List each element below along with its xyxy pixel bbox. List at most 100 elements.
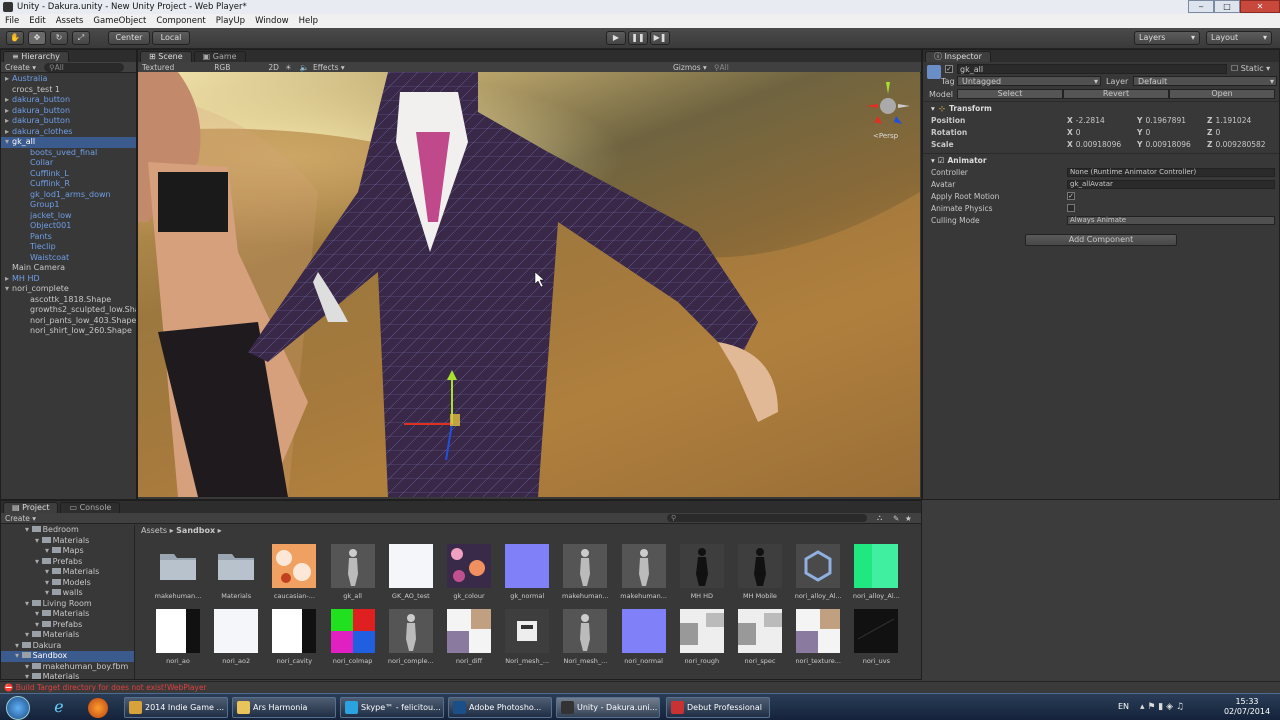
menu-file[interactable]: File [0, 16, 24, 26]
tab-console[interactable]: ▭ Console [60, 502, 121, 513]
project-tree-item[interactable]: ▾ Materials [1, 567, 134, 578]
menu-window[interactable]: Window [250, 16, 294, 26]
project-tree-item[interactable]: ▾ Materials [1, 536, 134, 547]
asset-item[interactable]: makehuman... [618, 544, 670, 600]
project-tree-item[interactable]: ▾ Materials [1, 630, 134, 641]
scale-tool-icon[interactable]: ⤢ [72, 31, 90, 45]
project-tree-item[interactable]: ▾ Prefabs [1, 557, 134, 568]
transform-header[interactable]: ▾ ⊹ Transform [923, 102, 1279, 114]
lighting-toggle-icon[interactable]: ☀ [285, 63, 292, 72]
hierarchy-item[interactable]: Main Camera [1, 263, 136, 274]
asset-item[interactable]: makehuman... [152, 544, 204, 600]
maximize-button[interactable]: □ [1214, 0, 1240, 13]
hierarchy-item[interactable]: Group1 [1, 200, 136, 211]
expand-arrow-icon[interactable]: ▸ [5, 116, 12, 127]
pivot-local-button[interactable]: Local [152, 31, 190, 45]
asset-item[interactable]: nori_cavity [268, 609, 320, 665]
asset-item[interactable]: caucasian-... [268, 544, 320, 600]
animator-value-field[interactable]: None (Runtime Animator Controller) [1067, 167, 1275, 177]
tab-hierarchy[interactable]: ≡ Hierarchy [3, 51, 69, 62]
asset-item[interactable]: nori_spec [734, 609, 786, 665]
transform-z-field[interactable]: Z 1.191024 [1207, 116, 1277, 125]
play-button[interactable]: ▶ [606, 31, 626, 45]
transform-x-field[interactable]: X 0.00918096 [1067, 140, 1137, 149]
expand-arrow-icon[interactable]: ▾ [45, 578, 49, 587]
asset-item[interactable]: nori_alloy_Al... [850, 544, 902, 600]
project-tree-item[interactable]: ▾ Dakura [1, 641, 134, 652]
animator-value-field[interactable]: gk_allAvatar [1067, 179, 1275, 189]
project-tree-item[interactable]: ▾ Materials [1, 609, 134, 620]
model-revert-button[interactable]: Revert [1063, 89, 1169, 99]
clock[interactable]: 15:33 02/07/2014 [1220, 697, 1274, 717]
transform-x-field[interactable]: X0 [1067, 128, 1137, 137]
taskbar-app-button[interactable]: 2014 Indie Game ... [124, 697, 228, 718]
expand-arrow-icon[interactable]: ▾ [35, 609, 39, 618]
hierarchy-item[interactable]: nori_pants_low_403.Shape [1, 316, 136, 327]
hierarchy-item[interactable]: gk_lod1_arms_down [1, 190, 136, 201]
expand-arrow-icon[interactable]: ▸ [5, 95, 12, 106]
transform-z-field[interactable]: Z 0.009280582 [1207, 140, 1277, 149]
model-open-button[interactable]: Open [1169, 89, 1275, 99]
expand-arrow-icon[interactable]: ▾ [35, 557, 39, 566]
projection-label[interactable]: <Persp [873, 132, 899, 140]
hierarchy-item[interactable]: Collar [1, 158, 136, 169]
static-toggle[interactable]: ☐ Static ▾ [1231, 64, 1270, 73]
hierarchy-item[interactable]: jacket_low [1, 211, 136, 222]
expand-arrow-icon[interactable]: ▾ [45, 588, 49, 597]
hierarchy-item[interactable]: ▸ Australia [1, 74, 136, 85]
hierarchy-item[interactable]: Pants [1, 232, 136, 243]
breadcrumb-sandbox[interactable]: Sandbox [176, 526, 215, 535]
project-search-input[interactable]: ⚲ [667, 514, 867, 522]
asset-item[interactable]: nori_rough [676, 609, 728, 665]
status-bar[interactable]: ⛔ Build Target directory for does not ex… [0, 681, 1280, 693]
menu-assets[interactable]: Assets [51, 16, 89, 26]
expand-arrow-icon[interactable]: ▾ [15, 651, 19, 660]
hierarchy-item[interactable]: ▾ nori_complete [1, 284, 136, 295]
asset-item[interactable]: MH HD [676, 544, 728, 600]
hierarchy-item[interactable]: ▸ dakura_button [1, 95, 136, 106]
hierarchy-item[interactable]: growths2_sculpted_low.Shape [1, 305, 136, 316]
asset-item[interactable]: Materials [210, 544, 262, 600]
draw-mode-dropdown[interactable]: Textured [142, 63, 174, 72]
asset-item[interactable]: nori_diff [443, 609, 495, 665]
taskbar-app-button[interactable]: Skype™ - felicitou... [340, 697, 444, 718]
taskbar-app-button[interactable]: Ars Harmonia [232, 697, 336, 718]
model-select-button[interactable]: Select [957, 89, 1063, 99]
hierarchy-item[interactable]: ▸ dakura_button [1, 106, 136, 117]
project-tree-item[interactable]: ▾ Sandbox [1, 651, 134, 662]
scene-orientation-gizmo[interactable] [866, 82, 910, 124]
hierarchy-item[interactable]: ▾ gk_all [1, 137, 136, 148]
asset-item[interactable]: nori_comple... [385, 609, 437, 665]
hierarchy-item[interactable]: crocs_test 1 [1, 85, 136, 96]
minimize-button[interactable]: ‒ [1188, 0, 1214, 13]
hierarchy-search-input[interactable]: ⚲All [44, 62, 125, 72]
ie-icon[interactable]: ℯ [48, 697, 70, 718]
audio-toggle-icon[interactable]: 🔈 [300, 63, 309, 72]
taskbar-app-button[interactable]: Unity - Dakura.uni... [556, 697, 660, 718]
project-tree-item[interactable]: ▾ Living Room [1, 599, 134, 610]
move-tool-icon[interactable]: ✥ [28, 31, 46, 45]
hierarchy-item[interactable]: ▸ dakura_clothes [1, 127, 136, 138]
hierarchy-item[interactable]: ▸ MH HD [1, 274, 136, 285]
hierarchy-item[interactable]: boots_uved_final [1, 148, 136, 159]
animator-checkbox[interactable]: ✓ [1067, 192, 1075, 200]
layers-dropdown[interactable]: Layers ▾ [1134, 31, 1200, 45]
menu-edit[interactable]: Edit [24, 16, 50, 26]
mode-2d-toggle[interactable]: 2D [268, 63, 279, 72]
transform-y-field[interactable]: Y0 [1137, 128, 1207, 137]
hierarchy-item[interactable]: ▸ dakura_button [1, 116, 136, 127]
transform-y-field[interactable]: Y 0.1967891 [1137, 116, 1207, 125]
taskbar-app-button[interactable]: Debut Professional [666, 697, 770, 718]
add-component-button[interactable]: Add Component [1025, 234, 1177, 246]
layout-dropdown[interactable]: Layout ▾ [1206, 31, 1272, 45]
expand-arrow-icon[interactable]: ▾ [15, 641, 19, 650]
expand-arrow-icon[interactable]: ▸ [5, 74, 12, 85]
taskbar-app-button[interactable]: Adobe Photosho... [448, 697, 552, 718]
project-tree-item[interactable]: ▾ Materials [1, 672, 134, 679]
tab-scene[interactable]: ⊞ Scene [140, 51, 192, 62]
layer-dropdown[interactable]: Default ▾ [1133, 76, 1277, 86]
menu-help[interactable]: Help [294, 16, 323, 26]
expand-arrow-icon[interactable]: ▾ [45, 567, 49, 576]
asset-item[interactable]: nori_normal [618, 609, 670, 665]
transform-z-field[interactable]: Z0 [1207, 128, 1277, 137]
